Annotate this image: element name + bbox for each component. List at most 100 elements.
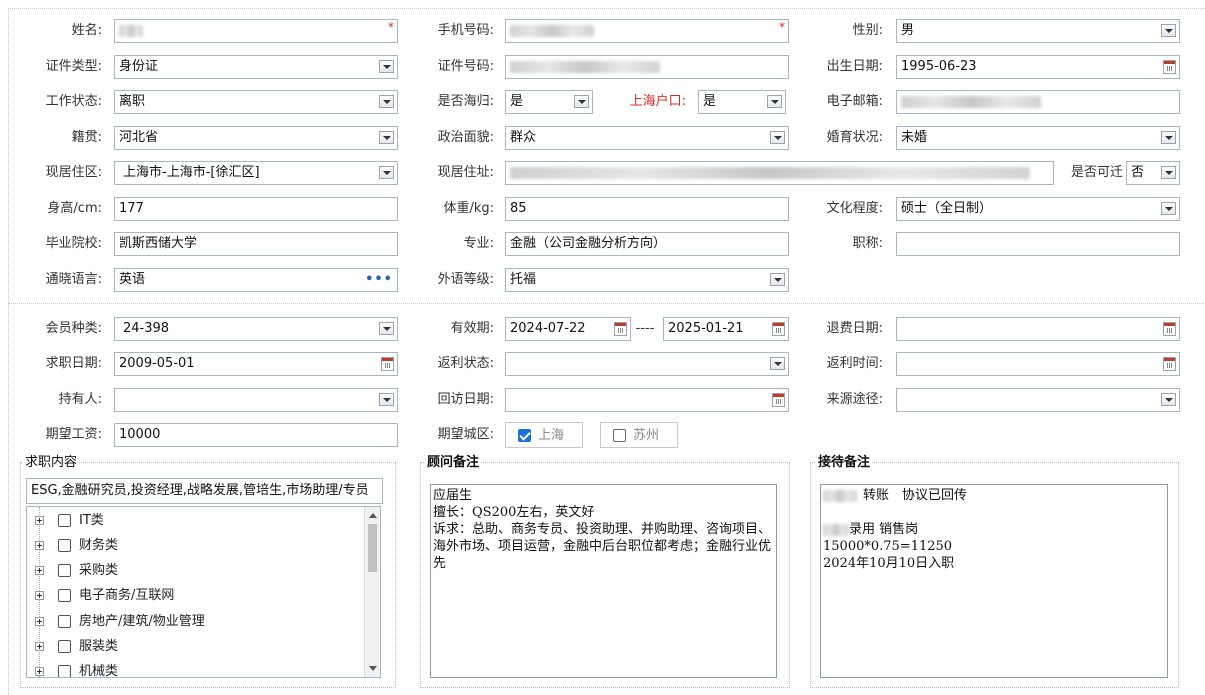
expand-icon[interactable]	[35, 642, 44, 651]
calendar-icon[interactable]	[381, 357, 394, 371]
label-work-status: 工作状态:	[45, 94, 102, 109]
political-status-select[interactable]: 群众	[505, 126, 789, 150]
job-seek-date-input[interactable]: 2009-05-01	[114, 352, 398, 376]
chevron-down-icon[interactable]	[1161, 131, 1176, 144]
tree-scrollbar[interactable]	[364, 507, 380, 677]
checkbox-icon[interactable]	[58, 665, 71, 677]
gender-value: 男	[901, 23, 915, 38]
language-level-select[interactable]: 托福	[505, 268, 789, 292]
expand-icon[interactable]	[35, 591, 44, 600]
birth-date-input[interactable]: 1995-06-23	[896, 55, 1180, 79]
chevron-down-icon[interactable]	[1161, 393, 1176, 406]
phone-input[interactable]: *	[505, 19, 789, 43]
chevron-down-icon[interactable]	[1161, 166, 1176, 179]
chevron-down-icon[interactable]	[770, 357, 785, 370]
revisit-date-input[interactable]	[505, 388, 789, 412]
email-input[interactable]	[896, 90, 1180, 114]
calendar-icon[interactable]	[1163, 60, 1176, 74]
advisor-note-textarea[interactable]: 应届生 擅长：QS200左右，英文好 诉求：总助、商务专员、投资助理、并购助理、…	[430, 484, 777, 678]
chevron-down-icon[interactable]	[574, 95, 589, 108]
calendar-icon[interactable]	[614, 322, 627, 336]
job-content-summary[interactable]: ESG,金融研究员,投资经理,战略发展,管培生,市场助理/专员	[26, 478, 383, 504]
expand-icon[interactable]	[35, 516, 44, 525]
checkbox-icon[interactable]	[58, 539, 71, 552]
chevron-down-icon[interactable]	[1161, 202, 1176, 215]
member-type-select[interactable]: 24-398	[114, 317, 398, 341]
id-number-input[interactable]	[505, 55, 789, 79]
calendar-icon[interactable]	[1163, 357, 1176, 371]
label-expected-city: 期望城区:	[437, 427, 494, 442]
label-valid-period: 有效期:	[450, 321, 494, 336]
job-category-tree[interactable]: IT类 财务类 采购类 电子商务/互联网 房地产/建筑/物业管理 服装类 机械类	[26, 506, 381, 678]
checkbox-checked-icon[interactable]	[518, 429, 531, 442]
returnee-select[interactable]: 是	[505, 90, 593, 114]
languages-input[interactable]: 英语 •••	[114, 268, 398, 292]
label-rebate-time: 返利时间:	[826, 356, 883, 371]
title-input[interactable]	[896, 232, 1180, 256]
scroll-down-icon[interactable]	[369, 666, 377, 671]
checkbox-icon[interactable]	[613, 429, 626, 442]
relocate-select[interactable]: 否	[1126, 161, 1180, 185]
chevron-down-icon[interactable]	[770, 131, 785, 144]
valid-to-input[interactable]: 2025-01-21	[663, 317, 789, 341]
calendar-icon[interactable]	[772, 322, 785, 336]
checkbox-icon[interactable]	[58, 514, 71, 527]
holder-select[interactable]	[114, 388, 398, 412]
chevron-down-icon[interactable]	[379, 322, 394, 335]
chevron-down-icon[interactable]	[379, 95, 394, 108]
checkbox-icon[interactable]	[58, 640, 71, 653]
reception-note-textarea[interactable]: 转账 协议已回传 录用 销售岗 15000*0.75=11250 2024年10…	[820, 484, 1168, 678]
city-checkbox-shanghai[interactable]: 上海	[505, 422, 583, 448]
chevron-down-icon[interactable]	[379, 60, 394, 73]
expand-icon[interactable]	[35, 566, 44, 575]
chevron-down-icon[interactable]	[379, 393, 394, 406]
valid-from-input[interactable]: 2024-07-22	[505, 317, 631, 341]
chevron-down-icon[interactable]	[379, 166, 394, 179]
city-label: 上海	[538, 428, 565, 443]
residence-address-input[interactable]	[505, 161, 1054, 185]
checkbox-icon[interactable]	[58, 589, 71, 602]
expected-salary-input[interactable]: 10000	[114, 423, 398, 447]
label-name: 姓名:	[71, 23, 102, 38]
rebate-status-select[interactable]	[505, 352, 789, 376]
city-checkbox-suzhou[interactable]: 苏州	[600, 422, 678, 448]
calendar-icon[interactable]	[772, 393, 785, 407]
chevron-down-icon[interactable]	[770, 273, 785, 286]
chevron-down-icon[interactable]	[379, 131, 394, 144]
checkbox-icon[interactable]	[58, 615, 71, 628]
more-options-icon[interactable]: •••	[365, 269, 393, 291]
member-type-value: 24-398	[123, 321, 170, 336]
valid-range-separator: ----	[635, 321, 655, 336]
refund-date-input[interactable]	[896, 317, 1180, 341]
checkbox-icon[interactable]	[58, 564, 71, 577]
height-input[interactable]: 177	[114, 197, 398, 221]
marital-status-select[interactable]: 未婚	[896, 126, 1180, 150]
work-status-select[interactable]: 离职	[114, 90, 398, 114]
label-relocate: 是否可迁	[1070, 165, 1123, 180]
scroll-thumb[interactable]	[368, 524, 377, 572]
rebate-time-input[interactable]	[896, 352, 1180, 376]
chevron-down-icon[interactable]	[1161, 24, 1176, 37]
native-place-select[interactable]: 河北省	[114, 126, 398, 150]
expand-icon[interactable]	[35, 617, 44, 626]
scroll-up-icon[interactable]	[369, 513, 377, 518]
source-select[interactable]	[896, 388, 1180, 412]
weight-input[interactable]: 85	[505, 197, 789, 221]
major-input[interactable]: 金融（公司金融分析方向）	[505, 232, 789, 256]
gender-select[interactable]: 男	[896, 19, 1180, 43]
label-phone: 手机号码:	[437, 23, 494, 38]
name-input[interactable]: *	[114, 19, 398, 43]
redacted-address	[510, 166, 1030, 179]
residence-area-select[interactable]: 上海市-上海市-[徐汇区]	[114, 161, 398, 185]
label-birth-date: 出生日期:	[826, 59, 883, 74]
calendar-icon[interactable]	[1163, 322, 1176, 336]
expand-icon[interactable]	[35, 541, 44, 550]
school-input[interactable]: 凯斯西储大学	[114, 232, 398, 256]
id-type-select[interactable]: 身份证	[114, 55, 398, 79]
label-refund-date: 退费日期:	[826, 321, 883, 336]
expand-icon[interactable]	[35, 667, 44, 676]
shanghai-hukou-select[interactable]: 是	[698, 90, 786, 114]
chevron-down-icon[interactable]	[767, 95, 782, 108]
education-select[interactable]: 硕士（全日制）	[896, 197, 1180, 221]
note-line: 转账 协议已回传	[823, 487, 1165, 504]
